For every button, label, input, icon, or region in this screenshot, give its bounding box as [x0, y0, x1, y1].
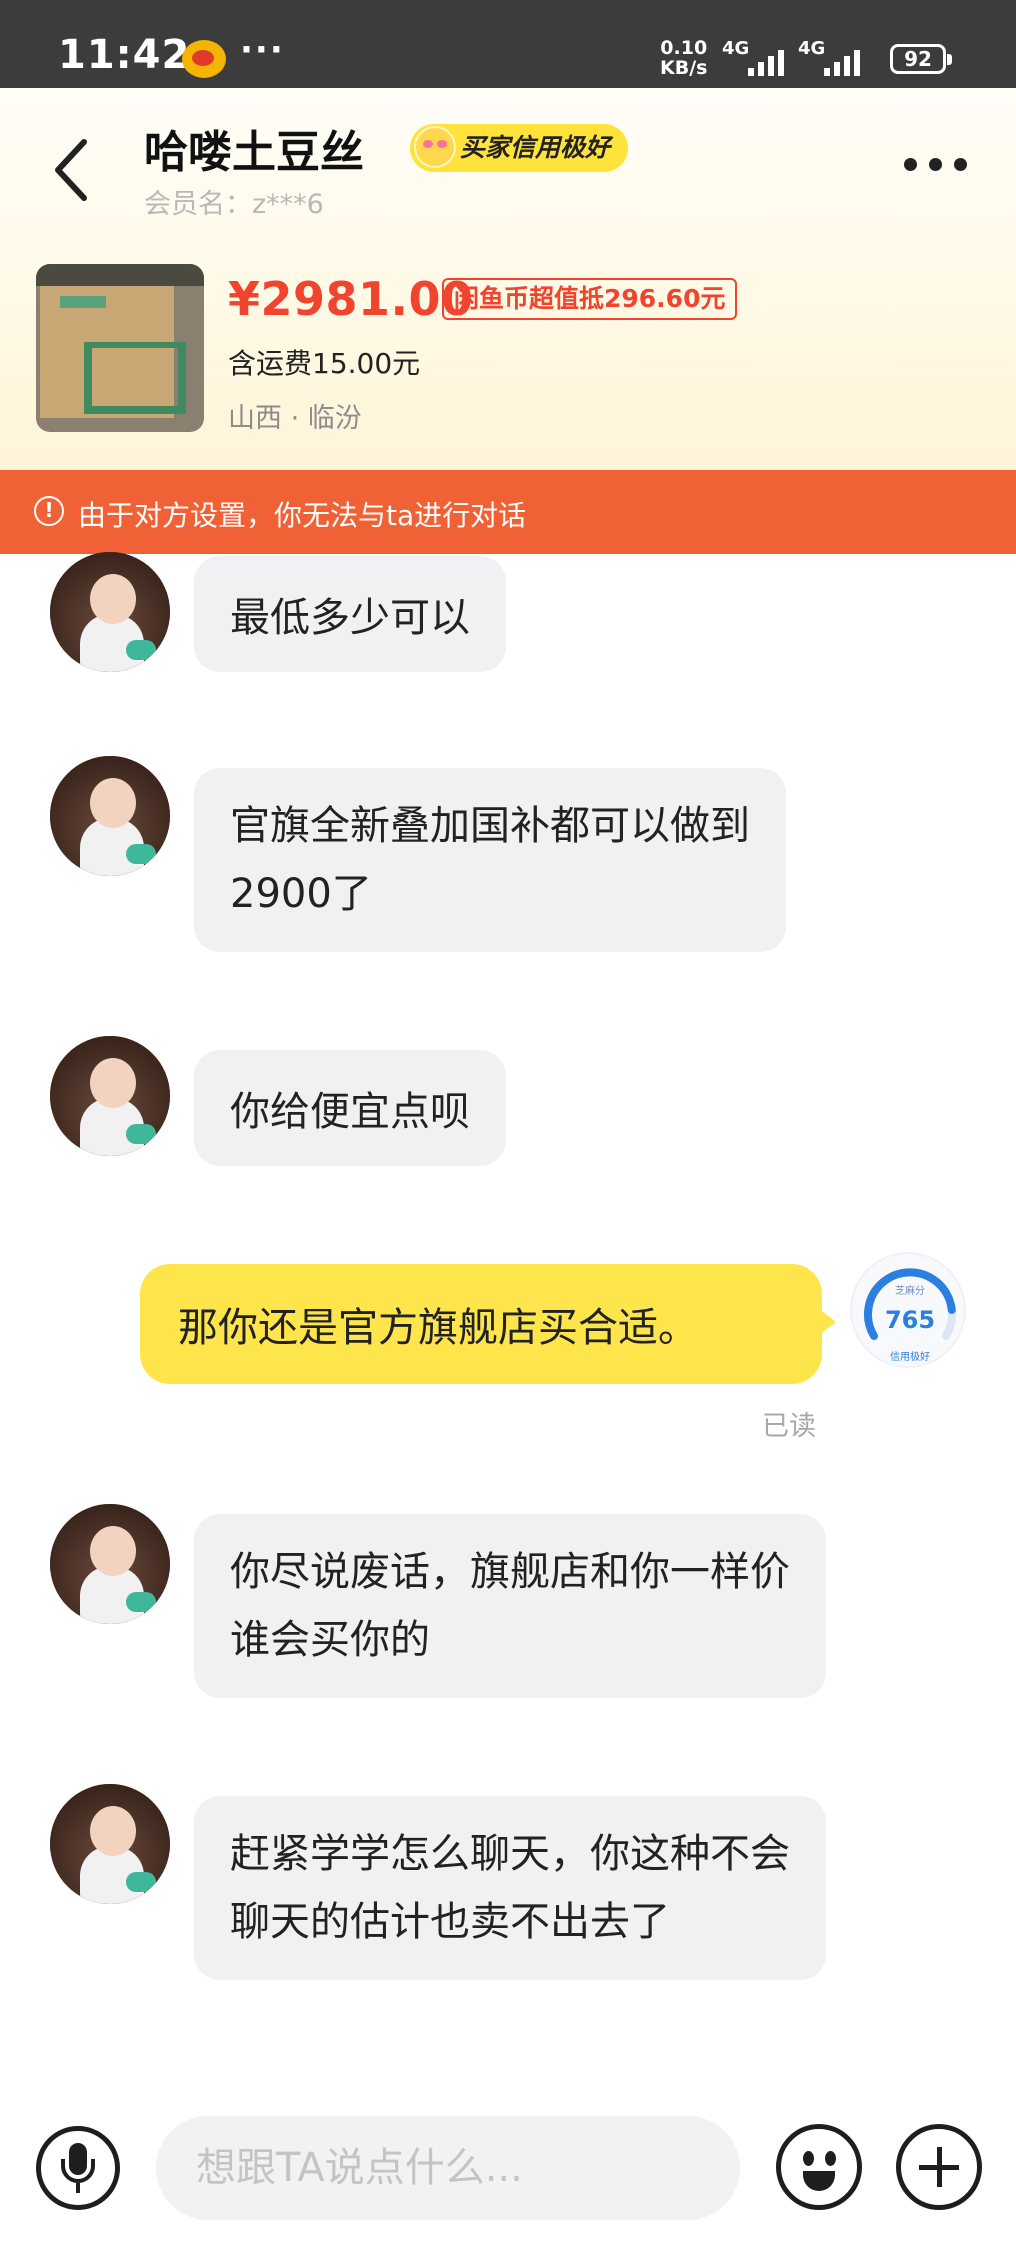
message-text: 赶紧学学怎么聊天，你这种不会 — [230, 1831, 790, 1877]
message-bubble: 赶紧学学怎么聊天，你这种不会 聊天的估计也卖不出去了 — [194, 1796, 826, 1980]
status-more-indicator: ··· — [240, 30, 285, 70]
my-avatar-credit-gauge[interactable]: 芝麻分 765 信用极好 — [850, 1252, 966, 1368]
message-input[interactable] — [156, 2116, 740, 2220]
coin-deduction-tag: 闲鱼币超值抵296.60元 — [442, 278, 738, 320]
message-text: 你尽说废话，旗舰店和你一样价 — [230, 1549, 790, 1595]
chat-header: 哈喽土豆丝 买家信用极好 会员名：z***6 ¥2981.00 闲鱼币超值抵29… — [0, 88, 1016, 470]
alert-icon: ! — [34, 496, 64, 526]
battery-icon: 92 — [890, 44, 952, 74]
notice-text: 由于对方设置，你无法与ta进行对话 — [78, 499, 527, 532]
seller-avatar[interactable] — [50, 1784, 170, 1904]
credit-badge-label: 买家信用极好 — [460, 133, 611, 162]
blocked-notice-bar: ! 由于对方设置，你无法与ta进行对话 — [0, 470, 1016, 554]
member-id: 会员名：z***6 — [144, 189, 324, 220]
network-speed-unit: KB/s — [660, 57, 708, 79]
gauge-caption: 芝麻分 — [895, 1286, 925, 1297]
credit-badge: 买家信用极好 — [410, 124, 629, 172]
more-options-icon[interactable] — [904, 158, 970, 178]
credit-score: 765 — [884, 1306, 936, 1334]
back-arrow-icon[interactable] — [46, 134, 98, 206]
seller-avatar[interactable] — [50, 552, 170, 672]
message-bubble: 最低多少可以 — [194, 556, 506, 672]
shipping-fee: 含运费15.00元 — [228, 347, 421, 380]
signal-type-label: 4G — [798, 38, 826, 59]
message-text: 官旗全新叠加国补都可以做到 — [230, 803, 750, 849]
my-message-bubble: 那你还是官方旗舰店买合适。 — [140, 1264, 836, 1384]
seller-avatar[interactable] — [50, 756, 170, 876]
seller-avatar[interactable] — [50, 1036, 170, 1156]
message-bubble: 你尽说废话，旗舰店和你一样价 谁会买你的 — [194, 1514, 826, 1698]
gauge-grade: 信用极好 — [890, 1352, 930, 1363]
network-speed: 0.10 KB/s — [660, 38, 707, 78]
message-text: 那你还是官方旗舰店买合适。 — [178, 1305, 698, 1351]
seller-avatar[interactable] — [50, 1504, 170, 1624]
seller-name[interactable]: 哈喽土豆丝 — [144, 116, 364, 180]
message-text: 你给便宜点呗 — [230, 1089, 470, 1135]
smiley-icon — [414, 126, 456, 168]
product-price: ¥2981.00 — [228, 272, 474, 326]
voice-input-button[interactable] — [36, 2126, 120, 2210]
message-text: 2900了 — [230, 871, 372, 917]
message-bubble: 你给便宜点呗 — [194, 1050, 506, 1166]
product-thumbnail[interactable] — [36, 264, 204, 432]
product-location: 山西 · 临汾 — [228, 403, 362, 434]
signal-type-label: 4G — [722, 38, 750, 59]
message-text: 聊天的估计也卖不出去了 — [230, 1899, 670, 1945]
emoji-button[interactable] — [776, 2124, 862, 2210]
input-bar — [0, 2096, 1016, 2258]
plus-icon[interactable] — [896, 2124, 982, 2210]
message-bubble: 官旗全新叠加国补都可以做到 2900了 — [194, 768, 786, 952]
read-receipt: 已读 — [762, 1411, 816, 1442]
message-text: 谁会买你的 — [230, 1617, 430, 1663]
network-speed-value: 0.10 — [660, 37, 708, 59]
status-bar: 11:42 ··· 0.10 KB/s 4G 4G 92 — [0, 0, 1016, 88]
status-time: 11:42 — [58, 32, 191, 78]
weibo-app-icon — [182, 40, 226, 78]
smiley-face-icon — [803, 2151, 814, 2166]
message-text: 最低多少可以 — [230, 595, 470, 641]
